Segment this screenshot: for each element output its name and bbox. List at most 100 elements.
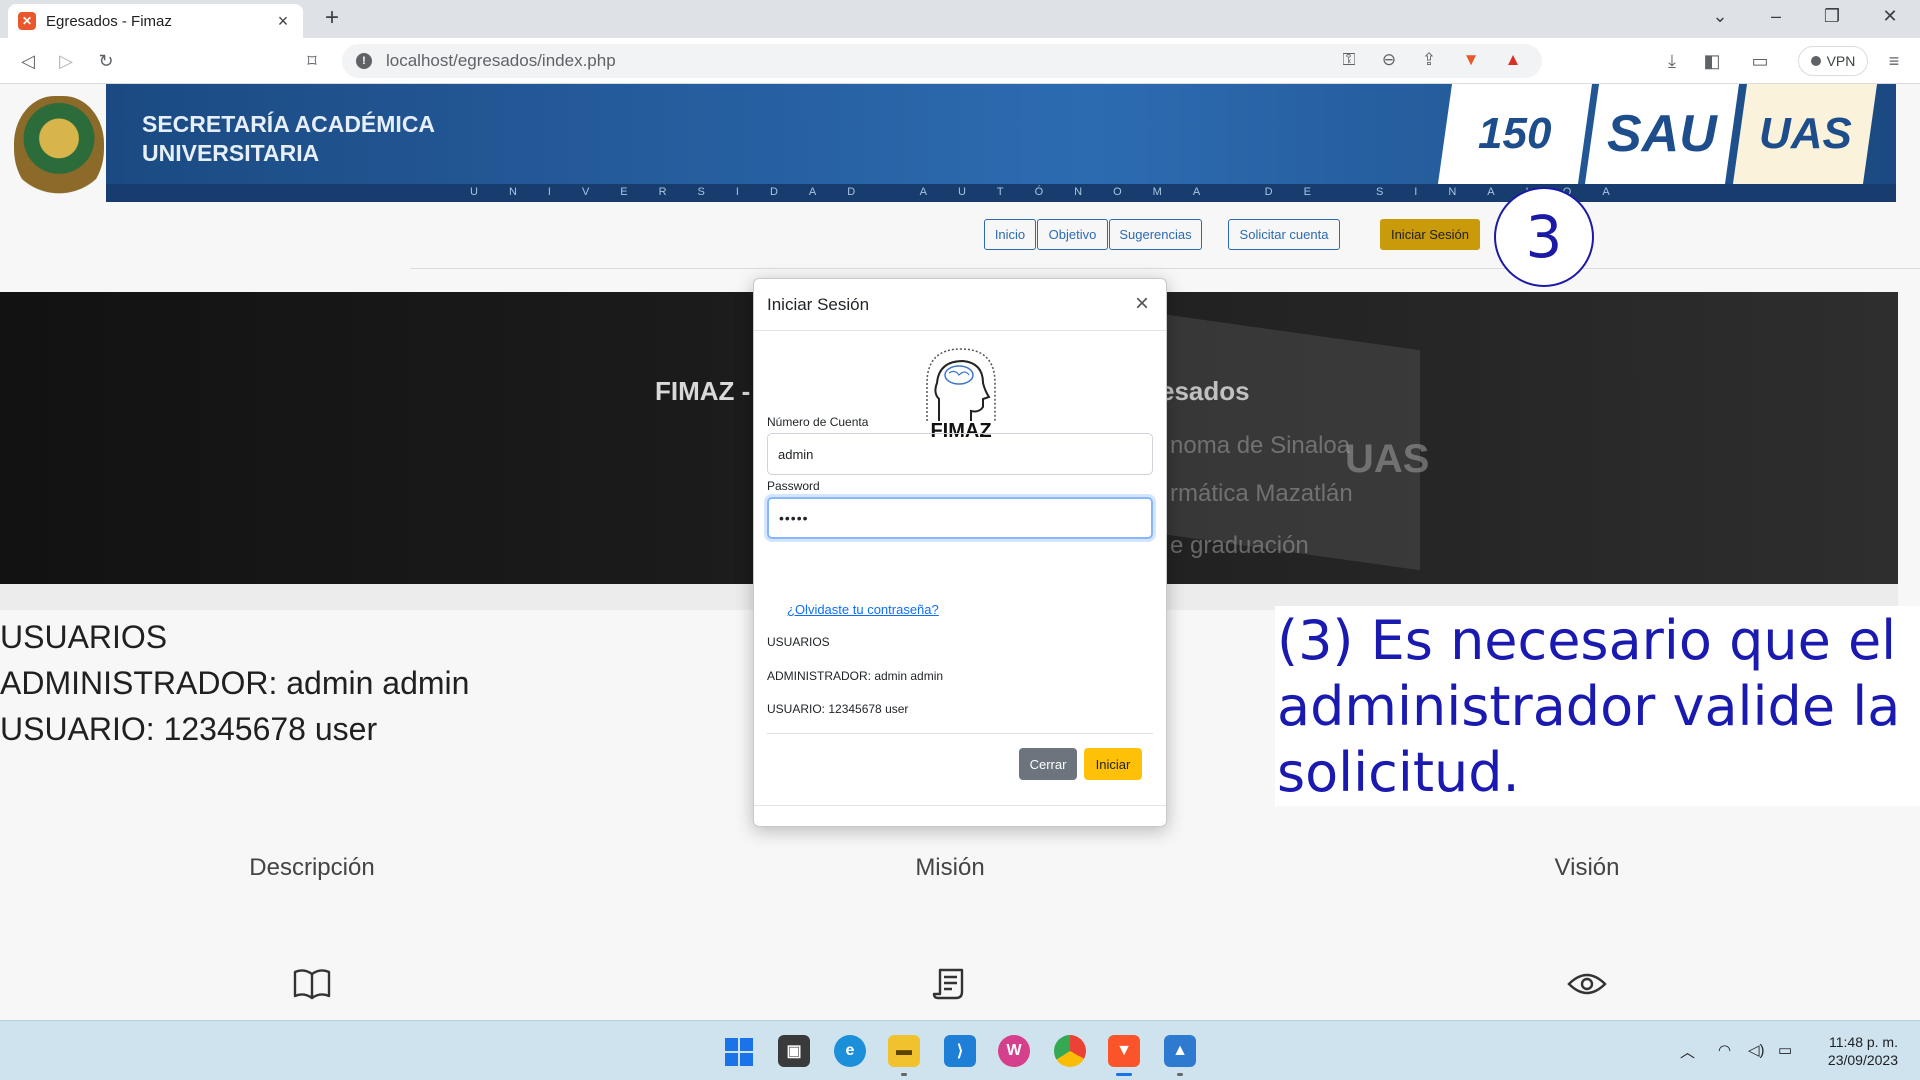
new-tab-button[interactable]: +	[318, 4, 346, 32]
tab-search-chevron-icon[interactable]: ⌄	[1700, 6, 1740, 27]
logo-150-anniversary: 150	[1437, 84, 1593, 184]
clock-time: 11:48 p. m.	[1828, 1034, 1898, 1050]
wifi-icon[interactable]: ◠	[1718, 1041, 1731, 1059]
site-banner: UNIVERSIDAD AUTÓNOMA DE SINALOA SECRETAR…	[0, 84, 1920, 204]
task-view-icon[interactable]: ▣	[778, 1035, 810, 1067]
windows-taskbar: ▣ e ▬ ⟩ W ▼ ▲ ︿ ◠ ◁) ▭ 11:48 p. m. 23/09…	[0, 1020, 1920, 1080]
download-icon[interactable]: ⤓	[1660, 49, 1684, 73]
tray-chevron-icon[interactable]: ︿	[1680, 1041, 1695, 1062]
step-number-badge: 3	[1494, 187, 1594, 287]
file-explorer-open-indicator	[901, 1073, 907, 1076]
windows-start-icon[interactable]	[724, 1037, 754, 1067]
nav-sugerencias[interactable]: Sugerencias	[1109, 219, 1202, 250]
wallet-icon[interactable]: ▭	[1748, 49, 1772, 73]
vpn-button[interactable]: VPN	[1798, 46, 1868, 76]
banner-strip-text: UNIVERSIDAD AUTÓNOMA DE SINALOA	[470, 186, 1641, 198]
password-label: Password	[767, 479, 820, 493]
uas-crest-logo	[14, 96, 104, 202]
modal-separator	[767, 733, 1153, 734]
chrome-icon[interactable]	[1054, 1035, 1086, 1067]
section-mision-title: Misión	[915, 854, 985, 881]
share-icon[interactable]: ⇪	[1418, 50, 1440, 70]
section-descripcion-title: Descripción	[249, 854, 375, 881]
modal-close-icon[interactable]: ×	[1130, 289, 1154, 319]
banner-title: SECRETARÍA ACADÉMICA UNIVERSITARIA	[142, 110, 435, 168]
volume-icon[interactable]: ◁)	[1748, 1041, 1765, 1059]
modal-users-heading: USUARIOS	[767, 635, 830, 649]
hero-title-left: FIMAZ -	[655, 376, 751, 406]
book-icon	[293, 969, 331, 1000]
brave-active-indicator	[1116, 1073, 1132, 1076]
nav-inicio[interactable]: Inicio	[984, 219, 1036, 250]
sidebar-icon[interactable]: ◧	[1700, 49, 1724, 73]
nav-solicitar-cuenta[interactable]: Solicitar cuenta	[1228, 219, 1340, 250]
password-input[interactable]: •••••	[767, 497, 1153, 539]
users-info: USUARIOS ADMINISTRADOR: admin admin USUA…	[0, 614, 469, 752]
hero-photo-text-3: e graduación	[1170, 532, 1309, 559]
minimize-icon[interactable]: –	[1756, 6, 1796, 27]
fimaz-logo: FIMAZ	[926, 348, 996, 441]
browser-toolbar: ◁ ▷ ↻ ⌑ ! localhost/egresados/index.php …	[0, 38, 1920, 84]
file-explorer-icon[interactable]: ▬	[888, 1035, 920, 1067]
photos-icon[interactable]: ▲	[1164, 1035, 1196, 1067]
menu-icon[interactable]: ≡	[1882, 49, 1906, 73]
users-user: USUARIO: 12345678 user	[0, 711, 378, 747]
taskbar-clock[interactable]: 11:48 p. m. 23/09/2023	[1812, 1033, 1898, 1069]
modal-footer-line	[754, 805, 1166, 806]
annotation-note-text: (3) Es necesario que el administrador va…	[1277, 609, 1901, 804]
cerrar-button[interactable]: Cerrar	[1019, 748, 1077, 780]
browser-tab-bar: ✕ Egresados - Fimaz × + ⌄ – ❐ ✕	[0, 0, 1920, 38]
nav-iniciar-sesion[interactable]: Iniciar Sesión	[1380, 219, 1480, 250]
site-info-icon[interactable]: !	[356, 53, 372, 69]
edge-icon[interactable]: e	[834, 1035, 866, 1067]
login-modal: Iniciar Sesión × FIMAZ Número de Cuenta …	[753, 278, 1167, 827]
scroll-icon	[932, 968, 964, 1000]
modal-header: Iniciar Sesión ×	[754, 279, 1166, 331]
close-window-icon[interactable]: ✕	[1870, 6, 1910, 27]
wps-office-icon[interactable]: W	[998, 1035, 1030, 1067]
bookmark-icon[interactable]: ⌑	[300, 49, 324, 73]
forgot-password-link[interactable]: ¿Olvidaste tu contraseña?	[787, 602, 939, 617]
back-icon[interactable]: ◁	[16, 49, 40, 73]
browser-tab[interactable]: ✕ Egresados - Fimaz ×	[8, 4, 303, 38]
xampp-icon: ✕	[18, 12, 36, 30]
vpn-status-icon	[1810, 56, 1821, 66]
iniciar-button[interactable]: Iniciar	[1084, 748, 1142, 780]
restore-icon[interactable]: ❐	[1812, 6, 1852, 27]
clock-date: 23/09/2023	[1827, 1052, 1898, 1068]
logo-sau: SAU	[1584, 84, 1740, 184]
section-vision-title: Visión	[1554, 854, 1620, 881]
vscode-icon[interactable]: ⟩	[944, 1035, 976, 1067]
hero-photo-uas-logo: UAS	[1345, 437, 1430, 481]
modal-user-info: USUARIO: 12345678 user	[767, 702, 909, 716]
account-input[interactable]: admin	[767, 433, 1153, 475]
annotation-note: (3) Es necesario que el administrador va…	[1275, 606, 1920, 806]
vpn-label: VPN	[1826, 53, 1856, 69]
eye-icon	[1567, 973, 1607, 995]
zoom-icon[interactable]: ⊖	[1378, 50, 1400, 70]
users-heading: USUARIOS	[0, 619, 168, 655]
brave-shields-icon[interactable]: ▼	[1460, 50, 1482, 70]
modal-title: Iniciar Sesión	[767, 295, 870, 314]
hero-photo-text-2: rmática Mazatlán	[1170, 480, 1353, 507]
url-text[interactable]: localhost/egresados/index.php	[386, 51, 616, 71]
banner-title-line1: SECRETARÍA ACADÉMICA	[142, 111, 436, 137]
photos-open-indicator	[1177, 1073, 1183, 1076]
banner-title-line2: UNIVERSITARIA	[142, 140, 320, 166]
brave-icon[interactable]: ▼	[1108, 1035, 1140, 1067]
address-bar[interactable]: ! localhost/egresados/index.php ⚿ ⊖ ⇪ ▼ …	[342, 44, 1542, 78]
tab-close-icon[interactable]: ×	[273, 11, 293, 32]
nav-objetivo[interactable]: Objetivo	[1037, 219, 1108, 250]
modal-admin-info: ADMINISTRADOR: admin admin	[767, 669, 944, 683]
tab-title: Egresados - Fimaz	[46, 12, 172, 30]
users-admin: ADMINISTRADOR: admin admin	[0, 665, 470, 701]
reload-icon[interactable]: ↻	[94, 49, 118, 73]
account-label: Número de Cuenta	[767, 415, 869, 429]
brave-rewards-icon[interactable]: ▲	[1502, 50, 1524, 70]
forward-icon[interactable]: ▷	[54, 49, 78, 73]
hero-photo-text-1: noma de Sinaloa	[1170, 432, 1351, 459]
battery-icon[interactable]: ▭	[1778, 1041, 1792, 1059]
logo-uas: UAS	[1732, 84, 1878, 184]
key-icon[interactable]: ⚿	[1338, 50, 1360, 70]
nav-divider	[410, 268, 1920, 269]
